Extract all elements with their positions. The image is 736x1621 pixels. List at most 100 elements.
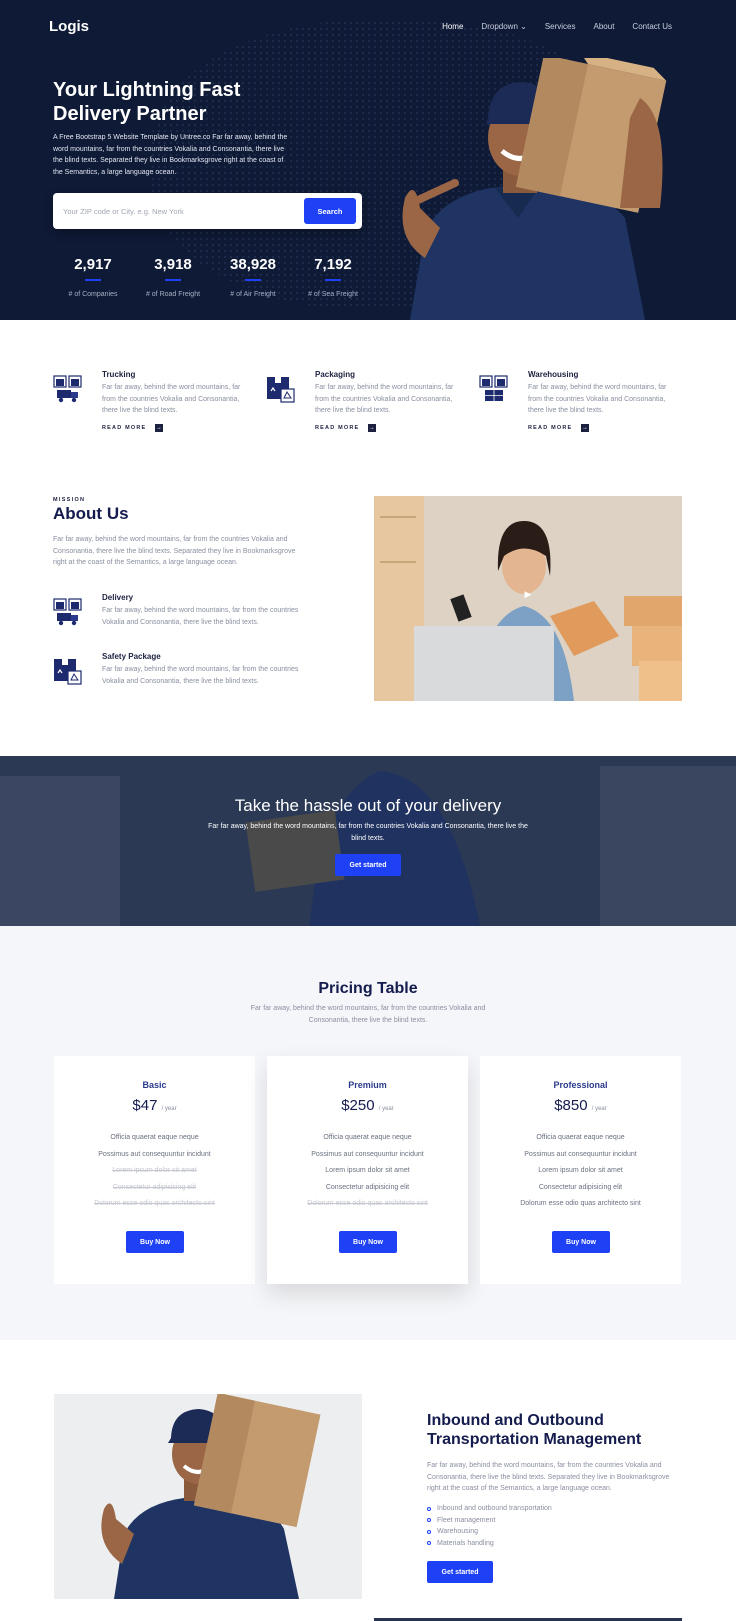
- stat-divider: [325, 279, 341, 281]
- nav-dropdown-label: Dropdown: [481, 22, 518, 31]
- stat-number: 3,918: [154, 256, 192, 273]
- bullet-icon: [427, 1518, 431, 1523]
- package-icon: [267, 377, 295, 403]
- transport-get-started-button[interactable]: Get started: [427, 1561, 493, 1583]
- arrow-right-icon: →: [368, 423, 377, 432]
- read-more-label: READ MORE: [528, 424, 573, 431]
- price-period: / year: [161, 1106, 177, 1112]
- buy-now-button[interactable]: Buy Now: [339, 1231, 397, 1253]
- hero-text: A Free Bootstrap 5 Website Template by U…: [53, 134, 288, 176]
- about-video[interactable]: ▶: [374, 496, 682, 701]
- feature-text: Far far away, behind the word mountains,…: [102, 666, 299, 685]
- delivery-man-image: [402, 58, 667, 320]
- plan-feature: Officia quaerat eaque neque: [323, 1134, 412, 1141]
- service-text: Far far away, behind the word mountains,…: [315, 384, 454, 414]
- pricing-title: Pricing Table: [318, 980, 418, 997]
- price-amount: $850: [554, 1097, 588, 1114]
- service-warehousing: Warehousing Far far away, behind the wor…: [479, 370, 666, 440]
- buy-now-button[interactable]: Buy Now: [552, 1231, 610, 1253]
- nav-home[interactable]: Home: [442, 22, 463, 31]
- buy-now-button[interactable]: Buy Now: [126, 1231, 184, 1253]
- plan-name: Basic: [142, 1080, 167, 1090]
- stat-road: 3,918 # of Road Freight: [133, 256, 213, 298]
- feature-body: Safety Package Far far away, behind the …: [102, 652, 312, 687]
- price-period: / year: [378, 1106, 394, 1112]
- read-more-link[interactable]: READ MORE →: [102, 423, 252, 432]
- feature-text: Far far away, behind the word mountains,…: [102, 607, 299, 626]
- plan-feature: Dolorum esse odio quas architecto sint: [520, 1200, 641, 1207]
- mission-kicker: MISSION: [53, 497, 86, 503]
- stat-label: # of Companies: [68, 290, 118, 298]
- search-button[interactable]: Search: [304, 198, 356, 224]
- stat-number: 2,917: [74, 256, 112, 273]
- stat-divider: [245, 279, 261, 281]
- stat-divider: [165, 279, 181, 281]
- price-amount: $250: [341, 1097, 375, 1114]
- hero-section: Logis Home Dropdown ⌄ Services About Con…: [0, 0, 736, 320]
- plan-feature: Dolorum esse odio quas architecto sint: [94, 1200, 215, 1207]
- package-icon: [54, 659, 82, 685]
- feature-title: Delivery: [102, 593, 134, 602]
- zip-search-input[interactable]: [63, 197, 293, 225]
- service-body: Warehousing Far far away, behind the wor…: [528, 370, 678, 432]
- warehouse-icon: [479, 375, 508, 401]
- stat-number: 38,928: [230, 256, 276, 273]
- price-period: / year: [591, 1106, 607, 1112]
- plan-feature: Officia quaerat eaque neque: [110, 1134, 199, 1141]
- service-trucking: Trucking Far far away, behind the word m…: [53, 370, 240, 440]
- cta-title: Take the hassle out of your delivery: [234, 796, 502, 815]
- read-more-link[interactable]: READ MORE →: [315, 423, 465, 432]
- plan-feature: Dolorum esse odio quas architecto sint: [307, 1200, 428, 1207]
- plan-feature: Possimus aut consequuntur incidunt: [311, 1150, 424, 1158]
- nav-contact[interactable]: Contact Us: [632, 22, 672, 31]
- list-item: Inbound and outbound transportation: [427, 1503, 552, 1515]
- plan-name: Professional: [553, 1080, 608, 1090]
- main-nav: Home Dropdown ⌄ Services About Contact U…: [442, 22, 672, 31]
- logo[interactable]: Logis: [49, 18, 89, 35]
- truck-warehouse-icon: [53, 375, 82, 403]
- plan-feature: Officia quaerat eaque neque: [536, 1134, 625, 1141]
- plan-feature: Possimus aut consequuntur incidunt: [524, 1150, 637, 1158]
- plan-feature: Lorem ipsum dolor sit amet: [112, 1167, 197, 1174]
- get-started-button[interactable]: Get started: [335, 854, 401, 876]
- plan-feature: Consectetur adipisicing elit: [538, 1183, 623, 1191]
- stats-row: 2,917 # of Companies 3,918 # of Road Fre…: [53, 256, 373, 298]
- list-item: Fleet management: [427, 1515, 552, 1527]
- plan-features: Officia quaerat eaque neque Possimus aut…: [480, 1130, 681, 1213]
- stat-divider: [85, 279, 101, 281]
- bullet-icon: [427, 1529, 431, 1534]
- hero-title: Your Lightning Fast Delivery Partner: [53, 79, 241, 125]
- nav-about[interactable]: About: [594, 22, 615, 31]
- play-icon[interactable]: ▶: [520, 586, 536, 602]
- search-form: Search: [53, 193, 362, 229]
- service-title: Packaging: [315, 370, 356, 379]
- transport-list: Inbound and outbound transportation Flee…: [427, 1503, 552, 1549]
- list-item: Warehousing: [427, 1526, 552, 1538]
- plan-feature: Consectetur adipisicing elit: [325, 1183, 410, 1191]
- service-packaging: Packaging Far far away, behind the word …: [266, 370, 453, 440]
- stat-number: 7,192: [314, 256, 352, 273]
- plan-name: Premium: [348, 1080, 387, 1090]
- list-item-label: Fleet management: [437, 1516, 496, 1524]
- list-item-label: Inbound and outbound transportation: [437, 1505, 552, 1512]
- feature-safety-package: Safety Package Far far away, behind the …: [53, 652, 313, 692]
- bullet-icon: [427, 1506, 431, 1511]
- transport-text: Far far away, behind the word mountains,…: [427, 1462, 670, 1492]
- pricing-text: Far far away, behind the word mountains,…: [250, 1005, 486, 1024]
- read-more-label: READ MORE: [315, 424, 360, 431]
- chevron-down-icon: ⌄: [520, 22, 527, 31]
- plan-professional: Professional $850 / year Officia quaerat…: [480, 1056, 681, 1284]
- plan-feature: Possimus aut consequuntur incidunt: [98, 1150, 211, 1158]
- feature-title: Safety Package: [102, 652, 161, 661]
- read-more-link[interactable]: READ MORE →: [528, 423, 678, 432]
- plan-feature: Lorem ipsum dolor sit amet: [325, 1167, 410, 1174]
- transport-title: Inbound and Outbound Transportation Mana…: [427, 1412, 642, 1448]
- about-text: Far far away, behind the word mountains,…: [53, 536, 296, 566]
- stat-air: 38,928 # of Air Freight: [213, 256, 293, 298]
- plan-price: $850 / year: [480, 1097, 681, 1114]
- cta-text: Far far away, behind the word mountains,…: [208, 823, 528, 842]
- nav-services[interactable]: Services: [545, 22, 576, 31]
- nav-dropdown[interactable]: Dropdown ⌄: [481, 22, 526, 31]
- read-more-label: READ MORE: [102, 424, 147, 431]
- plan-premium: Premium $250 / year Officia quaerat eaqu…: [267, 1056, 468, 1284]
